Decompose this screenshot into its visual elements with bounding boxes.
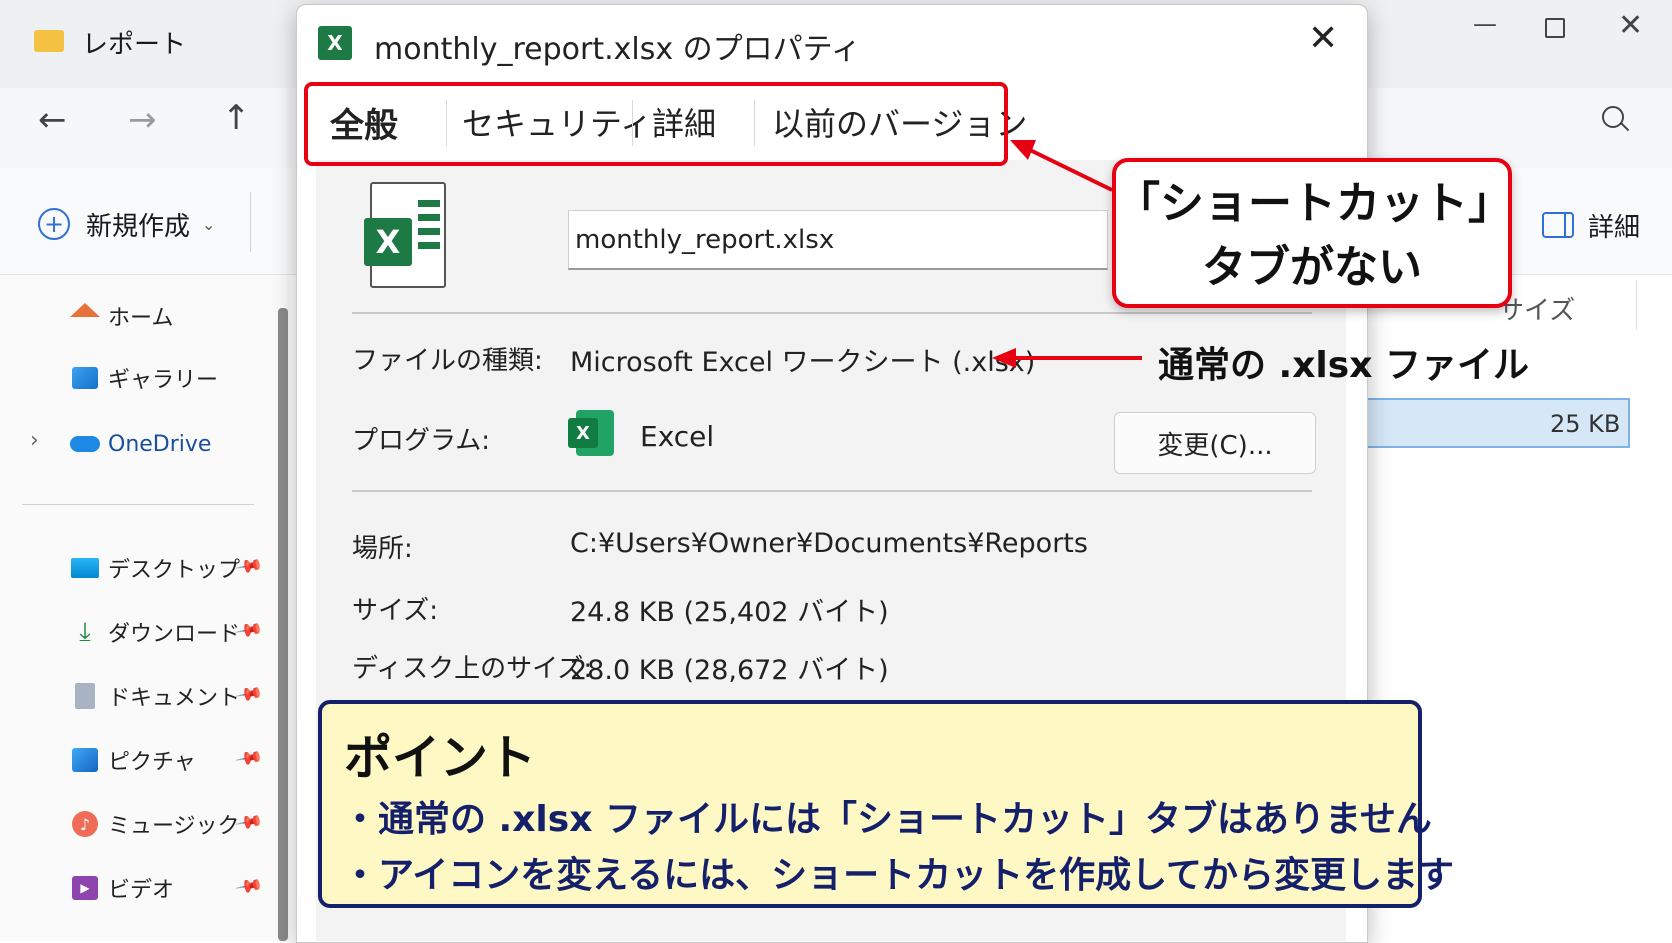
- point-item-1: ・通常の .xlsx ファイルには「ショートカット」タブはありません: [342, 799, 1432, 840]
- point-item-2: ・アイコンを変えるには、ショートカットを作成してから変更します: [342, 855, 1455, 896]
- point-title: ポイント: [344, 730, 537, 786]
- xlsx-arrow-label: 通常の .xlsx ファイル: [1158, 345, 1529, 386]
- no-shortcut-tab-callout: 「ショートカット」 タブがない: [1112, 158, 1512, 308]
- point-box: ポイント ・通常の .xlsx ファイルには「ショートカット」タブはありません …: [318, 700, 1454, 908]
- callout-line-2: タブがない: [1202, 242, 1422, 293]
- callout-line-1: 「ショートカット」: [1116, 178, 1512, 229]
